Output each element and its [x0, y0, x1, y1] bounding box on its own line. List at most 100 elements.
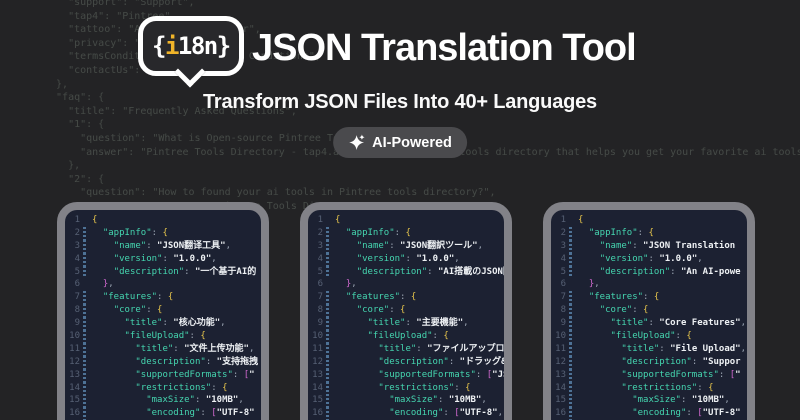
code-text: "title": "主要機能", [335, 317, 469, 330]
line-number: 16 [65, 407, 80, 420]
token-pun [578, 344, 621, 354]
token-gold: { [200, 331, 205, 341]
gutter-change-marker [569, 304, 572, 317]
code-text: "maxSize": "10MB", [578, 394, 730, 407]
line-number: 15 [65, 394, 80, 407]
token-pun [578, 370, 621, 380]
token-str: "JSON" [492, 370, 512, 380]
code-text: "core": { [335, 304, 405, 317]
token-pun: : [449, 357, 460, 367]
token-key: "encoding" [632, 408, 686, 418]
code-line: 12 "description": "支持拖拽 [65, 356, 261, 369]
code-panels: 1{2 "appInfo": {3 "name": "JSON翻译工具",4 "… [57, 202, 755, 420]
token-gold: { [708, 383, 713, 393]
token-gold: { [654, 292, 659, 302]
token-key: "description" [135, 357, 205, 367]
token-pun: : [152, 228, 163, 238]
line-number: 5 [308, 266, 323, 279]
token-key: "appInfo" [589, 228, 638, 238]
token-pun [335, 267, 357, 277]
token-pun: : [454, 383, 465, 393]
gutter-change-marker [83, 278, 86, 291]
token-key: "title" [125, 318, 163, 328]
token-key: "title" [611, 318, 649, 328]
token-pun [92, 370, 135, 380]
code-text: "name": "JSON翻訳ツール", [335, 240, 483, 253]
code-text: "maxSize": "10MB", [92, 394, 244, 407]
token-str: "AI搭載のJSON国際化 [438, 267, 512, 277]
gutter-change-marker [569, 266, 572, 279]
token-key: "name" [357, 241, 390, 251]
code-line: 10 "fileUpload": { [65, 330, 261, 343]
line-number: 6 [551, 278, 566, 291]
token-str: "核心功能" [173, 318, 220, 328]
token-pun [578, 279, 589, 289]
token-pun [578, 241, 600, 251]
gutter-change-marker [83, 266, 86, 279]
token-pun: , [741, 318, 746, 328]
code-line: 15 "maxSize": "10MB", [308, 394, 504, 407]
token-pun: : [206, 357, 217, 367]
code-line: 15 "maxSize": "10MB", [65, 394, 261, 407]
token-pun [92, 344, 135, 354]
line-number: 9 [551, 317, 566, 330]
subtitle: Transform JSON Files Into 40+ Languages [0, 91, 800, 114]
token-key: "supportedFormats" [378, 370, 476, 380]
token-pun [92, 408, 146, 418]
line-number: 4 [65, 253, 80, 266]
line-number: 3 [65, 240, 80, 253]
token-pun: : [416, 344, 427, 354]
code-line: 13 "supportedFormats": [" [65, 369, 261, 382]
logo-i-accent: i [165, 32, 178, 60]
token-pun: : [643, 292, 654, 302]
gutter-change-marker [326, 214, 329, 227]
code-line: 9 "title": "核心功能", [65, 317, 261, 330]
gutter-change-marker [569, 227, 572, 240]
token-pun: : [670, 267, 681, 277]
gutter-change-marker [83, 214, 86, 227]
badge-label: AI-Powered [372, 135, 452, 151]
token-pun [335, 254, 357, 264]
code-text: "encoding": ["UTF-8", "UTF- [335, 407, 512, 420]
token-pun [92, 241, 114, 251]
code-line: 8 "core": { [65, 304, 261, 317]
token-key: "maxSize" [389, 395, 438, 405]
code-text: }, [92, 278, 114, 291]
code-text: "restrictions": { [92, 382, 227, 395]
gutter-change-marker [326, 394, 329, 407]
code-line: 14 "restrictions": { [308, 382, 504, 395]
token-pun [92, 305, 114, 315]
gutter-change-marker [569, 317, 572, 330]
token-str: "UTF-8" [703, 408, 741, 418]
line-number: 6 [65, 278, 80, 291]
token-pun: : [443, 408, 454, 418]
gutter-change-marker [83, 369, 86, 382]
code-text: "title": "文件上传功能", [92, 343, 254, 356]
code-line: 5 "description": "一个基于AI的 [65, 266, 261, 279]
token-pun: : [638, 228, 649, 238]
code-line: 6 }, [551, 278, 747, 291]
line-number: 4 [308, 253, 323, 266]
token-pun: : [190, 331, 201, 341]
gutter-change-marker [83, 330, 86, 343]
token-gold: { [648, 228, 653, 238]
code-line: 10 "fileUpload": { [551, 330, 747, 343]
token-key: "title" [621, 344, 659, 354]
token-str: "UTF- [508, 408, 512, 418]
gutter-change-marker [326, 369, 329, 382]
line-number: 12 [308, 356, 323, 369]
code-line: 12 "description": "ドラッグ&ドロッ [308, 356, 504, 369]
token-pun: : [233, 370, 244, 380]
token-pun [578, 383, 621, 393]
token-key: "title" [378, 344, 416, 354]
code-line: 4 "version": "1.0.0", [65, 253, 261, 266]
gutter-change-marker [326, 278, 329, 291]
token-key: "restrictions" [621, 383, 697, 393]
token-pun [92, 357, 135, 367]
code-line: 12 "description": "Suppor [551, 356, 747, 369]
code-text: "supportedFormats": [" [92, 369, 255, 382]
code-line: 10 "fileUpload": { [308, 330, 504, 343]
gutter-change-marker [83, 343, 86, 356]
token-pun [335, 344, 378, 354]
line-number: 5 [551, 266, 566, 279]
